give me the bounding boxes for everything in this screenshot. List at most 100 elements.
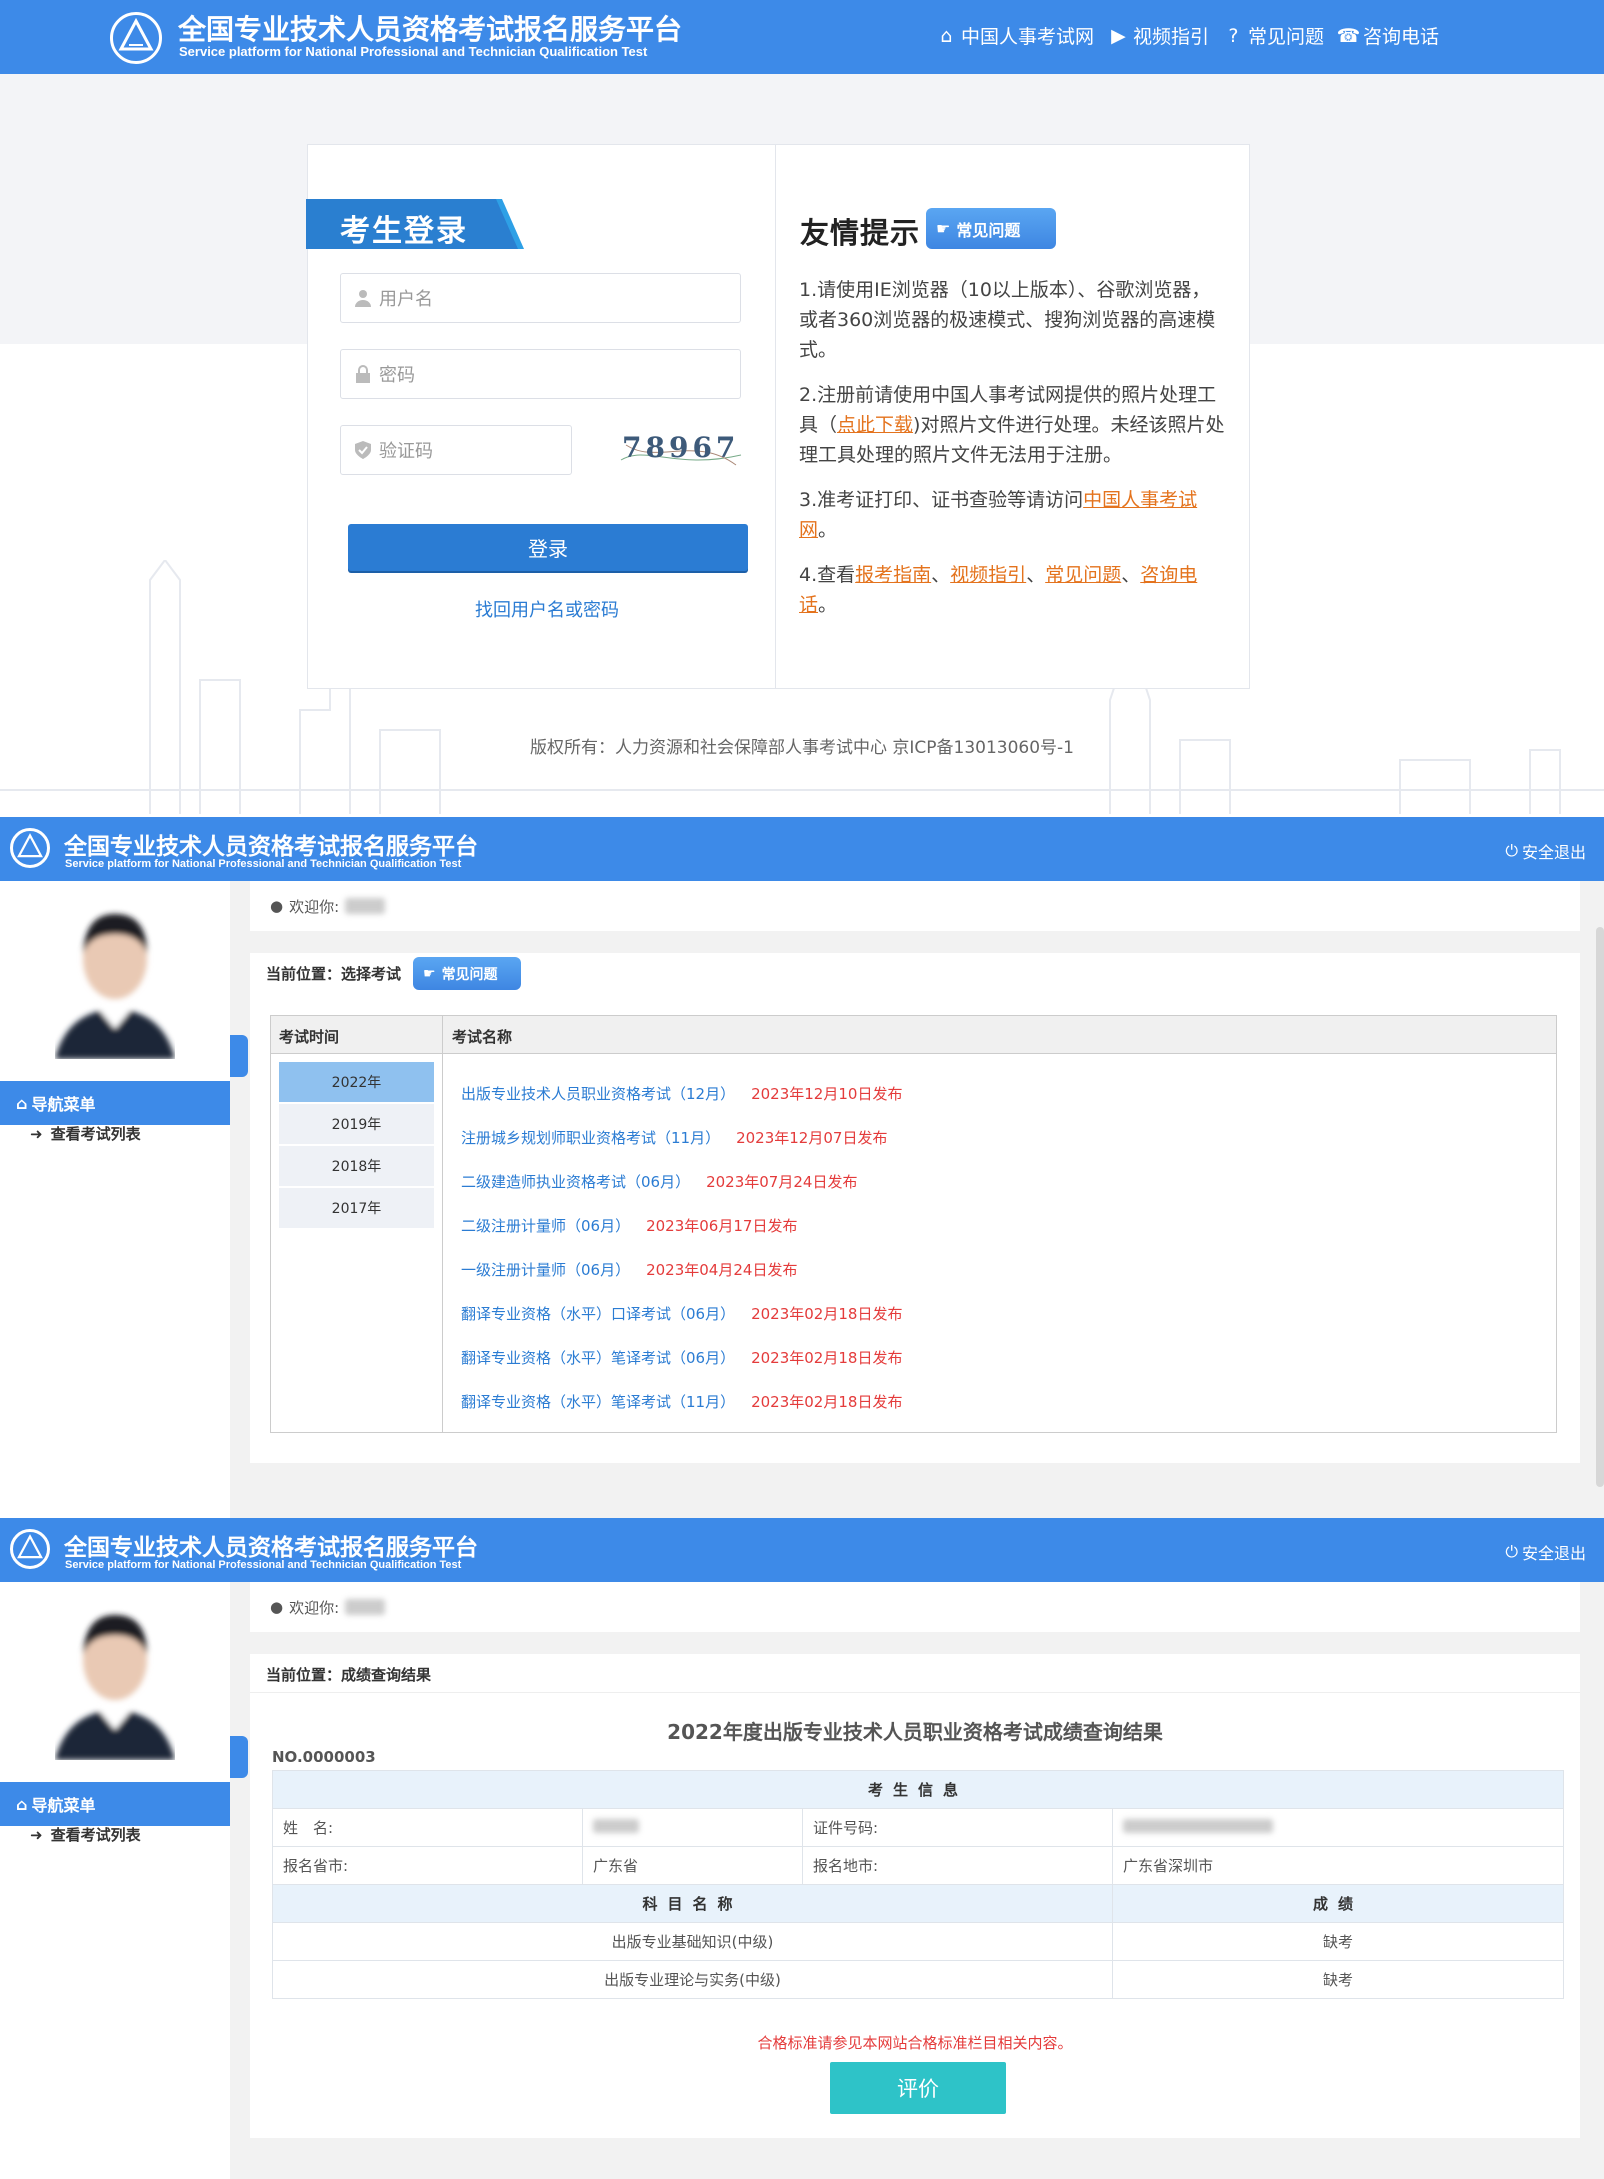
evaluate-button[interactable]: 评价: [830, 2062, 1006, 2114]
password-input[interactable]: 密码: [340, 349, 741, 399]
home-icon: ⌂: [16, 1093, 28, 1113]
year-tab-2019[interactable]: 2019年: [279, 1104, 434, 1144]
avatar: [55, 914, 175, 1059]
view-exam-list-link[interactable]: ➜ 查看考试列表: [30, 1824, 141, 1845]
exam-row[interactable]: 出版专业技术人员职业资格考试（12月） 2023年12月10日发布: [461, 1083, 902, 1104]
tips-title: 友情提示: [800, 216, 921, 250]
tip-3: 3.准考证打印、证书查验等请访问中国人事考试网。: [799, 489, 1198, 541]
exam-row[interactable]: 二级注册计量师（06月） 2023年06月17日发布: [461, 1215, 797, 1236]
exam-row[interactable]: 翻译专业资格（水平）笔译考试（11月） 2023年02月18日发布: [461, 1391, 902, 1412]
username-placeholder: 用户名: [379, 289, 433, 310]
guide-link[interactable]: 报考指南: [855, 564, 931, 586]
captcha-text: 78967: [622, 431, 740, 464]
result-panel: 当前位置：成绩查询结果 2022年度出版专业技术人员职业资格考试成绩查询结果 N…: [250, 1654, 1580, 2138]
top-nav: ⌂ 中国人事考试网 ▶ 视频指引 ? 常见问题 ☎ 咨询电话: [922, 22, 1439, 49]
qualification-note: 合格标准请参见本网站合格标准栏目相关内容。: [757, 2034, 1073, 2052]
cpta-logo: [110, 12, 162, 64]
app-header: 全国专业技术人员资格考试报名服务平台 Service platform for …: [0, 817, 1604, 881]
scrollbar[interactable]: [1596, 927, 1604, 1487]
question-icon: ?: [1228, 24, 1239, 47]
exam-table-header: 考试时间 考试名称: [271, 1016, 1556, 1054]
login-tab: 考生登录: [306, 199, 524, 249]
pointing-hand-icon: ☛: [423, 965, 436, 982]
nav-video-link[interactable]: ▶ 视频指引: [1110, 22, 1209, 49]
name-label: 姓 名:: [272, 1808, 583, 1847]
id-blurred: [1123, 1818, 1273, 1833]
faq-link[interactable]: 常见问题: [1045, 564, 1121, 586]
exam-row[interactable]: 翻译专业资格（水平）口译考试（06月） 2023年02月18日发布: [461, 1303, 902, 1324]
captcha-input[interactable]: 验证码: [340, 425, 572, 475]
subject-score: 缺考: [1112, 1960, 1564, 1999]
cpta-logo: [10, 1529, 50, 1569]
power-icon: ⏻: [1505, 1542, 1518, 1561]
sidebar: ⌂ 导航菜单 ➜ 查看考试列表: [0, 1582, 230, 2179]
city-label: 报名地市:: [802, 1846, 1113, 1885]
login-header: 全国专业技术人员资格考试报名服务平台 Service platform for …: [0, 0, 1604, 74]
table-row: 出版专业理论与实务(中级) 缺考: [272, 1960, 1564, 1999]
city-value: 广东省深圳市: [1112, 1846, 1564, 1885]
shield-icon: [353, 440, 373, 460]
subject-name: 出版专业基础知识(中级): [272, 1922, 1113, 1961]
tips-list: 1.请使用IE浏览器（10以上版本）、谷歌浏览器，或者360浏览器的极速模式、搜…: [799, 275, 1229, 635]
logout-link[interactable]: ⏻ 安全退出: [1505, 1540, 1586, 1564]
user-icon: ●: [270, 897, 284, 915]
province-value: 广东省: [582, 1846, 803, 1885]
faq-badge[interactable]: ☛ 常见问题: [413, 957, 521, 990]
phone-icon: ☎: [1336, 24, 1361, 47]
id-label: 证件号码:: [802, 1808, 1113, 1847]
exam-list-page: 全国专业技术人员资格考试报名服务平台 Service platform for …: [0, 817, 1604, 1518]
table-row: 出版专业基础知识(中级) 缺考: [272, 1922, 1564, 1961]
year-tab-2017[interactable]: 2017年: [279, 1188, 434, 1228]
user-icon: ●: [270, 1598, 284, 1616]
crumb-divider: [250, 1692, 1580, 1693]
info-header: 考生信息: [272, 1770, 1564, 1809]
login-button[interactable]: 登录: [348, 524, 748, 571]
pointing-hand-icon: ☛: [936, 219, 951, 238]
find-password-link[interactable]: 找回用户名或密码: [308, 596, 786, 622]
breadcrumb: 当前位置：选择考试: [266, 965, 402, 983]
view-exam-list-link[interactable]: ➜ 查看考试列表: [30, 1123, 141, 1144]
exam-row[interactable]: 二级建造师执业资格考试（06月） 2023年07月24日发布: [461, 1171, 857, 1192]
exam-row[interactable]: 翻译专业资格（水平）笔译考试（06月） 2023年02月18日发布: [461, 1347, 902, 1368]
username-blurred: [345, 898, 386, 914]
captcha-placeholder: 验证码: [379, 441, 433, 462]
result-title: 2022年度出版专业技术人员职业资格考试成绩查询结果: [667, 1720, 1163, 1744]
id-value: [1112, 1808, 1564, 1847]
cpta-logo: [10, 828, 50, 868]
exam-panel: 当前位置：选择考试 ☛ 常见问题 考试时间 考试名称 2022年 2019年 20…: [250, 953, 1580, 1463]
password-placeholder: 密码: [379, 365, 415, 386]
year-tab-2022[interactable]: 2022年: [279, 1062, 434, 1102]
nav-faq-link[interactable]: ? 常见问题: [1225, 22, 1324, 49]
username-blurred: [345, 1599, 386, 1615]
photo-tool-download-link[interactable]: 点此下载: [837, 414, 913, 436]
year-tab-2018[interactable]: 2018年: [279, 1146, 434, 1186]
logout-link[interactable]: ⏻ 安全退出: [1505, 839, 1586, 863]
site-title: 全国专业技术人员资格考试报名服务平台: [64, 1534, 478, 1560]
welcome-label: 欢迎你:: [289, 1598, 340, 1617]
exam-row[interactable]: 一级注册计量师（06月） 2023年04月24日发布: [461, 1259, 797, 1280]
signin-icon: ➜: [30, 1124, 43, 1143]
site-subtitle: Service platform for National Profession…: [179, 44, 648, 59]
home-icon: ⌂: [16, 1794, 28, 1814]
sidebar-toggle[interactable]: [230, 1035, 248, 1077]
faq-badge[interactable]: ☛ 常见问题: [926, 208, 1056, 249]
site-subtitle: Service platform for National Profession…: [65, 858, 462, 870]
username-input[interactable]: 用户名: [340, 273, 741, 323]
video-guide-link[interactable]: 视频指引: [950, 564, 1026, 586]
exam-table: 考试时间 考试名称 2022年 2019年 2018年 2017年 出版专业技术…: [270, 1015, 1557, 1433]
login-page: 全国专业技术人员资格考试报名服务平台 Service platform for …: [0, 0, 1604, 814]
site-title: 全国专业技术人员资格考试报名服务平台: [64, 833, 478, 859]
sidebar-toggle[interactable]: [230, 1736, 248, 1778]
power-icon: ⏻: [1505, 841, 1518, 860]
subject-score: 缺考: [1112, 1922, 1564, 1961]
exam-row[interactable]: 注册城乡规划师职业资格考试（11月） 2023年12月07日发布: [461, 1127, 887, 1148]
nav-cpta-link[interactable]: ⌂ 中国人事考试网: [938, 22, 1094, 49]
tip-4: 4.查看报考指南、视频指引、常见问题、咨询电话。: [799, 564, 1198, 616]
site-title: 全国专业技术人员资格考试报名服务平台: [178, 14, 683, 45]
home-icon: ⌂: [940, 24, 953, 47]
welcome-bar: ● 欢迎你:: [250, 1582, 1580, 1632]
nav-phone-link[interactable]: ☎ 咨询电话: [1336, 22, 1439, 49]
breadcrumb: 当前位置：成绩查询结果: [266, 1666, 432, 1684]
subject-name: 出版专业理论与实务(中级): [272, 1960, 1113, 1999]
captcha-image[interactable]: 78967: [616, 425, 746, 475]
